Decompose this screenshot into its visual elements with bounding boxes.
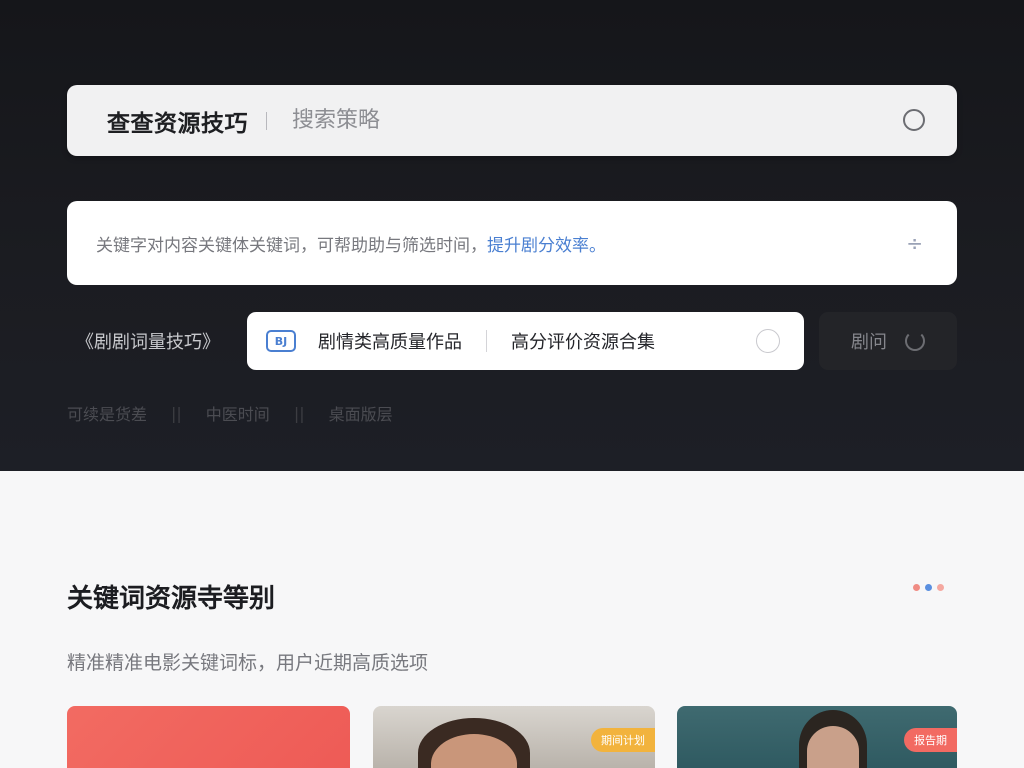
section-subtitle: 精准精准电影关键词标，用户近期高质选项 — [67, 652, 429, 674]
filter-bracket-label: 《剧剧词量技巧》 — [76, 332, 220, 353]
dot-2[interactable] — [925, 584, 932, 591]
dot-1[interactable] — [913, 584, 920, 591]
chip-high-score[interactable]: 高分评价资源合集 — [511, 328, 655, 354]
search-bar[interactable]: 查查资源技巧 — [67, 85, 957, 156]
carousel-dots[interactable] — [913, 584, 944, 591]
person-face — [807, 726, 859, 768]
resource-card[interactable] — [67, 706, 350, 768]
resource-card[interactable]: 期间计划 — [373, 706, 655, 768]
hint-item[interactable]: 中医时间 — [206, 401, 270, 425]
chip-divider — [486, 330, 487, 352]
card-badge: 期间计划 — [591, 728, 655, 752]
search-label: 查查资源技巧 — [107, 110, 248, 137]
description-text: 关键字对内容关键体关键词，可帮助助与筛选时间， — [96, 235, 487, 256]
logo-icon: BJ — [266, 330, 296, 352]
hint-item[interactable]: 桌面版层 — [329, 401, 393, 425]
chip-quality-works[interactable]: 剧情类高质量作品 — [318, 328, 462, 354]
refresh-icon — [905, 331, 925, 351]
refresh-button-label: 剧问 — [851, 332, 887, 353]
section-title: 关键词资源寺等别 — [67, 584, 276, 614]
card-badge: 报告期 — [904, 728, 957, 752]
hint-item[interactable]: 可续是货差 — [67, 401, 147, 425]
search-input[interactable] — [292, 108, 812, 133]
hero-panel: 查查资源技巧 关键字对内容关键体关键词，可帮助助与筛选时间， 提升剧分效率。 ÷… — [0, 0, 1024, 471]
description-card: 关键字对内容关键体关键词，可帮助助与筛选时间， 提升剧分效率。 ÷ — [67, 201, 957, 285]
search-divider — [266, 111, 267, 130]
resource-card[interactable]: 报告期 — [677, 706, 957, 768]
hint-row: 可续是货差 || 中医时间 || 桌面版层 — [67, 401, 393, 425]
description-accent[interactable]: 提升剧分效率。 — [487, 231, 606, 256]
refresh-button[interactable]: 剧问 — [819, 312, 957, 370]
search-icon[interactable] — [903, 109, 925, 131]
dot-3[interactable] — [937, 584, 944, 591]
divide-icon[interactable]: ÷ — [906, 231, 923, 255]
hint-separator: || — [171, 403, 182, 423]
filter-chips[interactable]: BJ 剧情类高质量作品 高分评价资源合集 — [247, 312, 804, 370]
radio-circle-icon[interactable] — [756, 329, 780, 353]
hint-separator: || — [293, 403, 305, 423]
